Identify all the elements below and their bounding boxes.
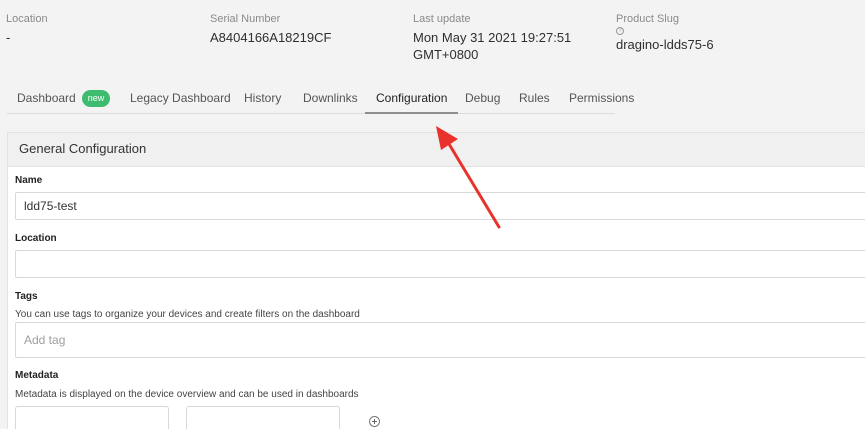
metadata-label: Metadata: [15, 370, 59, 381]
general-configuration-card: General Configuration Name ldd75-test Lo…: [7, 132, 865, 429]
plus-circle-icon[interactable]: [369, 416, 380, 427]
info-product-slug: Product Slug ? dragino-ldds75-6: [616, 13, 714, 53]
tags-label: Tags: [15, 291, 38, 302]
name-input[interactable]: ldd75-test: [15, 192, 865, 220]
info-serial: Serial Number A8404166A18219CF: [210, 13, 331, 46]
metadata-help-text: Metadata is displayed on the device over…: [15, 389, 359, 400]
card-title: General Configuration: [8, 133, 865, 167]
info-last-update-label: Last update: [413, 13, 471, 25]
info-location: Location -: [6, 13, 48, 46]
tab-dashboard[interactable]: Dashboard new: [17, 84, 111, 114]
location-input[interactable]: [15, 250, 865, 278]
last-update-date: Mon May 31 2021 19:27:51: [413, 30, 572, 45]
tab-legacy-dashboard[interactable]: Legacy Dashboard: [130, 84, 231, 114]
new-badge: new: [81, 90, 111, 107]
info-location-label: Location: [6, 13, 48, 25]
device-tabs: Dashboard new Legacy Dashboard History Do…: [7, 84, 634, 114]
metadata-key-input[interactable]: [15, 406, 169, 429]
info-last-update: Last update Mon May 31 2021 19:27:51 GMT…: [413, 13, 571, 63]
info-serial-label: Serial Number: [210, 13, 281, 25]
info-serial-value: A8404166A18219CF: [210, 30, 332, 45]
info-product-slug-label: Product Slug: [616, 13, 679, 25]
tab-permissions[interactable]: Permissions: [569, 84, 634, 114]
tab-dashboard-label: Dashboard: [17, 91, 76, 105]
last-update-timezone: GMT+0800: [413, 47, 479, 62]
tab-history[interactable]: History: [244, 84, 281, 114]
info-product-slug-value: dragino-ldds75-6: [616, 37, 714, 52]
location-label: Location: [15, 233, 57, 244]
tags-help-text: You can use tags to organize your device…: [15, 309, 360, 320]
metadata-value-input[interactable]: [186, 406, 340, 429]
tags-input[interactable]: Add tag: [15, 322, 865, 358]
device-info-header: Location - Serial Number A8404166A18219C…: [0, 0, 865, 70]
tab-debug[interactable]: Debug: [465, 84, 500, 114]
name-label: Name: [15, 175, 43, 186]
question-circle-icon[interactable]: ?: [616, 27, 624, 35]
info-location-value: -: [6, 30, 11, 45]
tab-configuration[interactable]: Configuration: [365, 84, 459, 114]
tab-rules[interactable]: Rules: [519, 84, 550, 114]
tab-downlinks[interactable]: Downlinks: [303, 84, 358, 114]
info-last-update-value: Mon May 31 2021 19:27:51 GMT+0800: [413, 29, 571, 63]
